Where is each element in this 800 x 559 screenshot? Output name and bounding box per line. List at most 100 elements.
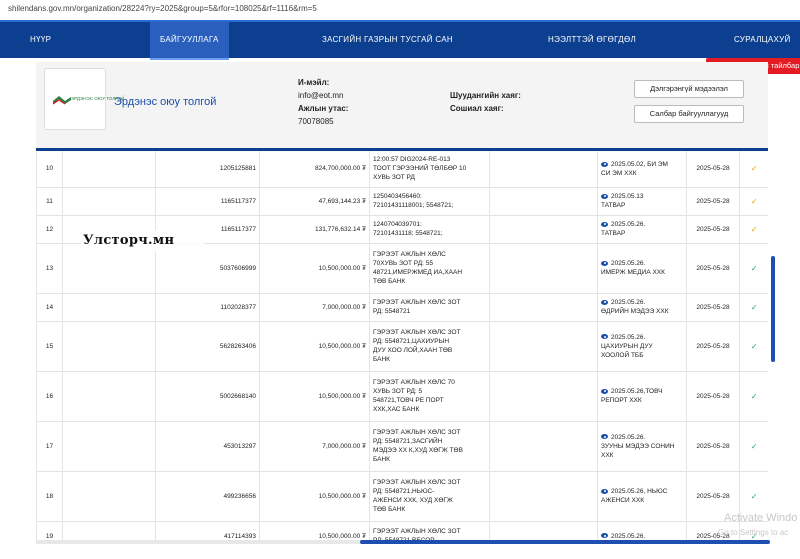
eye-icon[interactable]	[601, 334, 608, 340]
eye-icon[interactable]	[601, 221, 608, 227]
desc-line: ГЭРЭЭТ АЖЛЫН ХӨЛС 70	[373, 379, 455, 386]
recipient-line: 2025.05.26.	[611, 260, 646, 267]
date-cell: 2025-05-28	[686, 151, 740, 188]
nav-item-open-data[interactable]: НЭЭЛТТЭЙ ӨГӨГДӨЛ	[548, 22, 636, 58]
top-nav: НҮҮР БАЙГУУЛЛАГА ЗАСГИЙН ГАЗРЫН ТУСГАЙ С…	[0, 20, 800, 58]
amount-cell: 7,000,000.00 ₮	[259, 293, 370, 322]
recipient-line: СИ ЭМ ХХК	[601, 169, 637, 177]
postal-address-label: Шуудангийн хаяг:	[450, 91, 521, 100]
branches-button[interactable]: Салбар байгууллагууд	[634, 105, 744, 123]
desc-line: 72101431118001; 5548721;	[373, 202, 454, 209]
details-button[interactable]: Дэлгэрэнгүй мэдээлэл	[634, 80, 744, 98]
table-row[interactable]: 14 1102028377 7,000,000.00 ₮ ГЭРЭЭТ АЖЛЫН Х…	[36, 293, 768, 322]
nav-item-home[interactable]: НҮҮР	[30, 22, 51, 58]
eye-icon[interactable]	[601, 299, 608, 305]
nav-item-organization[interactable]: БАЙГУУЛЛАГА	[150, 22, 229, 58]
row-number: 17	[36, 421, 63, 472]
row-number: 18	[36, 471, 63, 522]
amount-cell: 10,500,000.00 ₮	[259, 371, 370, 422]
eye-icon[interactable]	[601, 161, 608, 167]
recipient-line: 2025.05.13	[611, 193, 644, 200]
eye-icon[interactable]	[601, 488, 608, 494]
browser-url[interactable]: shilendans.gov.mn/organization/28224?ry=…	[0, 0, 800, 20]
check-icon: ✓	[750, 164, 758, 174]
description-cell: 12:00:57 DIG2024-RE-013 ТООТ ГЭРЭЭНИЙ ТӨЛ…	[369, 151, 490, 188]
empty-cell	[489, 471, 598, 522]
description-cell: ГЭРЭЭТ АЖЛЫН ХӨЛС ЗОТРД: 5548721,ВЕСОР	[369, 521, 490, 542]
desc-line: ТӨВ БАНК	[373, 278, 406, 285]
table-row[interactable]: 19 417114393 10,500,000.00 ₮ ГЭРЭЭТ АЖЛЫН Х…	[36, 521, 768, 542]
recipient-line: 2025.05.02, БИ ЭМ	[611, 160, 668, 168]
empty-cell	[62, 471, 156, 522]
recipient-cell[interactable]: 2025.05.13 ТАТВАР	[597, 187, 687, 216]
eye-icon[interactable]	[601, 434, 608, 440]
table-row[interactable]: 16 5002668140 10,500,000.00 ₮ ГЭРЭЭТ АЖЛЫН …	[36, 371, 768, 422]
amount-cell: 10,500,000.00 ₮	[259, 321, 370, 372]
nav-item-learning[interactable]: СУРАЛЦАХУЙ	[734, 22, 791, 58]
table-row[interactable]: 11 1165117377 47,693,144.23 ₮ 1250403456460…	[36, 187, 768, 216]
check-icon: ✓	[750, 263, 758, 273]
desc-line: АЖЕНСИ ХХК, ХУД ХӨГЖ	[373, 497, 453, 504]
nav-item-special-fund[interactable]: ЗАСГИЙН ГАЗРЫН ТУСГАЙ САН	[322, 22, 453, 58]
description-cell: ГЭРЭЭТ АЖЛЫН ХӨЛС ЗОТ РД: 5548721,ЗАСГИЙН…	[369, 421, 490, 472]
desc-line: ГЭРЭЭТ АЖЛЫН ХӨЛС ЗОТ	[373, 429, 461, 436]
watermark-logo: Улсторч.мн	[80, 230, 204, 252]
email-value[interactable]: info@eot.mn	[298, 91, 343, 100]
table-row[interactable]: 15 5628263406 10,500,000.00 ₮ ГЭРЭЭТ АЖЛЫН …	[36, 321, 768, 372]
eye-icon[interactable]	[601, 388, 608, 394]
recipient-cell[interactable]: 2025.05.26. ЗУУНЫ МЭДЭЭ СОНИН ХХК	[597, 421, 687, 472]
empty-cell	[62, 151, 156, 188]
empty-cell	[489, 321, 598, 372]
recipient-cell[interactable]: 2025.05.26. ТАТВАР	[597, 215, 687, 244]
recipient-line: ТАТВАР	[601, 230, 626, 237]
recipient-cell[interactable]: 2025.05.26,ТОВЧ РЕПОРТ ХХК	[597, 371, 687, 422]
horizontal-scrollbar[interactable]	[360, 540, 770, 544]
description-cell: ГЭРЭЭТ АЖЛЫН ХӨЛС ЗОТ РД: 5548721,НЬЮС- АЖ…	[369, 471, 490, 522]
table-row[interactable]: 18 499236656 10,500,000.00 ₮ ГЭРЭЭТ АЖЛЫН Х…	[36, 471, 768, 522]
date-cell: 2025-05-28	[686, 421, 740, 472]
status-cell: ✓	[739, 243, 768, 294]
recipient-line: 2025.05.26.	[611, 333, 646, 341]
recipient-line: ЦАХИУРЫН ДУУ	[601, 342, 653, 350]
recipient-cell[interactable]: 2025.05.26. ӨДРИЙН МЭДЭЭ ХХК	[597, 293, 687, 322]
table-row[interactable]: 17 453013297 7,000,000.00 ₮ ГЭРЭЭТ АЖЛЫН ХӨ…	[36, 421, 768, 472]
eye-icon[interactable]	[601, 533, 608, 539]
amount-cell: 824,700,000.00 ₮	[259, 151, 370, 188]
status-cell: ✓	[739, 321, 768, 372]
registration-number: 1102028377	[155, 293, 260, 322]
table-row[interactable]: 10 1205125881 824,700,000.00 ₮ 12:00:57 DIG…	[36, 151, 768, 188]
desc-line: ХХК,ХАС БАНК	[373, 406, 420, 413]
desc-line: 48721,ИМЕРЖМЕД ИА,ХААН	[373, 269, 463, 276]
desc-line: ТӨВ БАНК	[373, 506, 406, 513]
amount-cell: 10,500,000.00 ₮	[259, 521, 370, 542]
empty-cell	[489, 151, 598, 188]
recipient-line: 2025.05.26.	[611, 532, 646, 540]
desc-line: 72101431118; 5548721;	[373, 230, 443, 237]
description-cell: ГЭРЭЭТ АЖЛЫН ХӨЛС ЗОТ РД: 5548721,ЦАХИУРЫ…	[369, 321, 490, 372]
eye-icon[interactable]	[601, 260, 608, 266]
empty-cell	[62, 371, 156, 422]
row-number: 12	[36, 215, 63, 244]
check-icon: ✓	[750, 302, 758, 312]
activate-windows-subtitle: Go to Settings to ac	[718, 528, 789, 537]
recipient-cell[interactable]: 2025.05.26, НЬЮС АЖЕНСИ ХХК	[597, 471, 687, 522]
recipient-cell[interactable]: 2025.05.26. ЦАХИУРЫН ДУУ ХООЛОЙ ТББ	[597, 321, 687, 372]
logo-icon	[53, 96, 71, 105]
empty-cell	[489, 421, 598, 472]
recipient-cell[interactable]: 2025.05.02, БИ ЭМ СИ ЭМ ХХК	[597, 151, 687, 188]
recipient-cell[interactable]: 2025.05.26.	[597, 521, 687, 542]
row-number: 11	[36, 187, 63, 216]
desc-line: ХУВЬ ЗОТ РД: 5	[373, 388, 423, 395]
recipient-cell[interactable]: 2025.05.26. ИМЕРЖ МЕДИА ХХК	[597, 243, 687, 294]
desc-line: ДУУ ХОО ЛОЙ,ХААН ТӨВ	[373, 347, 453, 354]
date-cell: 2025-05-28	[686, 293, 740, 322]
email-label: И-мэйл:	[298, 78, 330, 87]
registration-number: 453013297	[155, 421, 260, 472]
eye-icon[interactable]	[601, 193, 608, 199]
amount-cell: 131,776,632.14 ₮	[259, 215, 370, 244]
phone-value: 70078085	[298, 117, 334, 126]
desc-line: ГЭРЭЭТ АЖЛЫН ХӨЛС ЗОТ	[373, 528, 461, 535]
vertical-scrollbar[interactable]	[771, 256, 775, 362]
date-cell: 2025-05-28	[686, 321, 740, 372]
status-cell: ✓	[739, 151, 768, 188]
